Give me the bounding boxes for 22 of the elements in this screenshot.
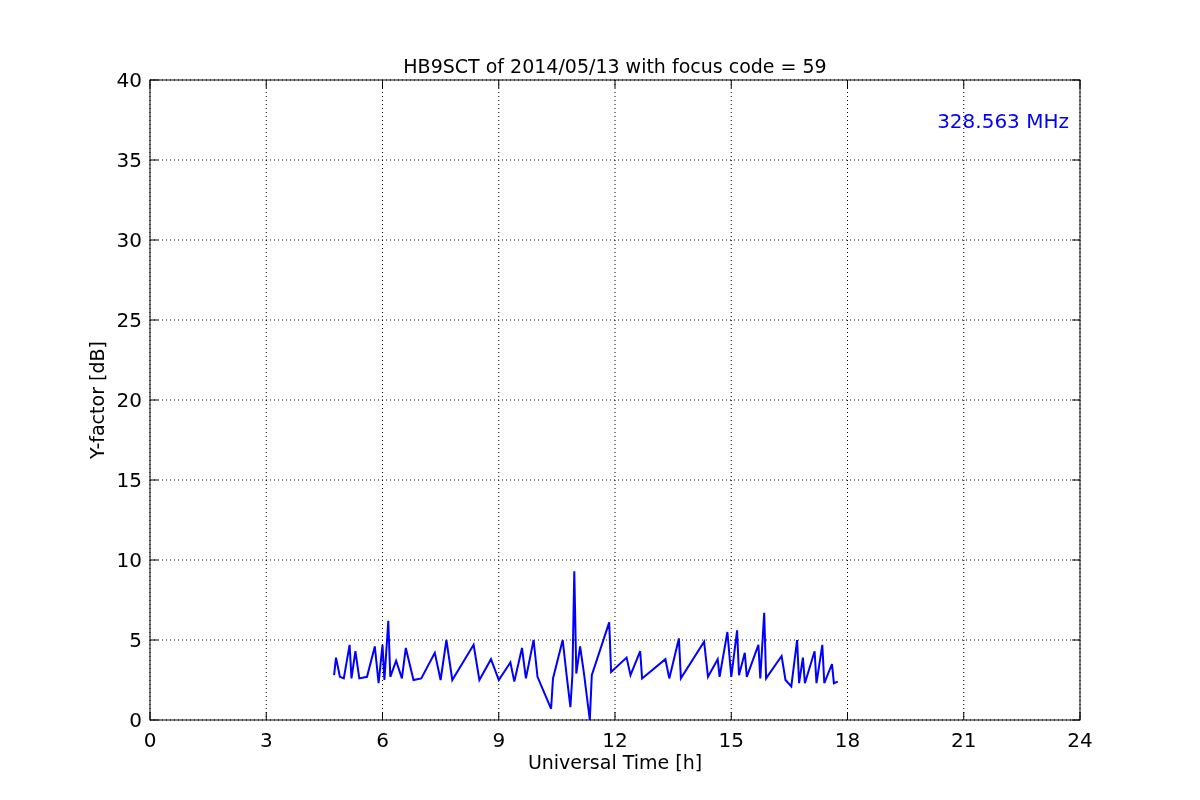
- tick-label: 35: [116, 148, 142, 172]
- tick-label: 0: [129, 708, 142, 732]
- tick-label: 9: [492, 728, 506, 752]
- tick-label: 40: [116, 68, 142, 92]
- y-axis-label: Y-factor [dB]: [86, 341, 108, 459]
- frequency-annotation: 328.563 MHz: [937, 109, 1069, 133]
- tick-label: 18: [834, 728, 861, 752]
- tick-label: 3: [259, 728, 273, 752]
- tick-label: 24: [1067, 728, 1093, 752]
- x-axis-label: Universal Time [h]: [527, 751, 703, 773]
- tick-label: 15: [116, 468, 142, 492]
- tick-label: 10: [116, 548, 142, 572]
- tick-label: 0: [143, 728, 157, 752]
- tick-label: 5: [129, 628, 142, 652]
- tick-label: 21: [951, 728, 977, 752]
- tick-label: 25: [116, 308, 142, 332]
- tick-label: 20: [116, 388, 142, 412]
- tick-label: 6: [376, 728, 389, 752]
- tick-label: 12: [602, 728, 628, 752]
- tick-label: 30: [116, 228, 142, 252]
- chart-title: HB9SCT of 2014/05/13 with focus code = 59: [403, 55, 827, 77]
- tick-label: 15: [718, 728, 744, 752]
